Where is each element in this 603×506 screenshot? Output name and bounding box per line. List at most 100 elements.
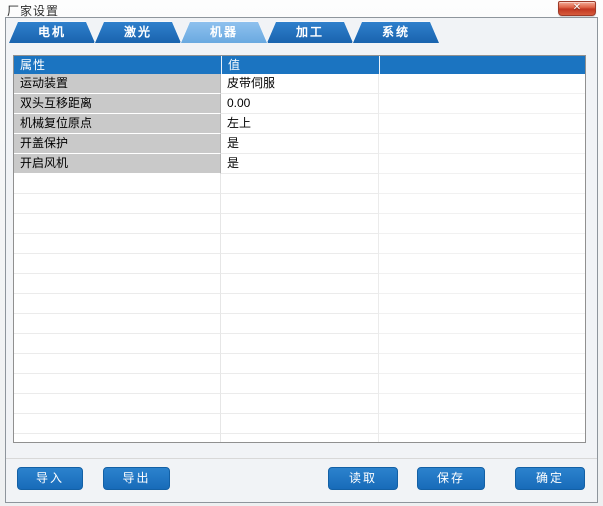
table-row-empty xyxy=(14,194,585,214)
save-button[interactable]: 保存 xyxy=(417,467,485,490)
property-cell xyxy=(14,294,221,314)
column-header-property: 属性 xyxy=(14,56,221,74)
filler-cell xyxy=(379,274,585,294)
filler-cell xyxy=(379,214,585,234)
property-cell xyxy=(14,194,221,214)
value-cell[interactable] xyxy=(221,434,379,443)
table-row-empty xyxy=(14,274,585,294)
table-row-empty xyxy=(14,354,585,374)
import-button[interactable]: 导入 xyxy=(17,467,83,490)
filler-cell xyxy=(379,314,585,334)
table-body: 运动装置 皮带伺服 双头互移距离 0.00 机械复位原点 左上 开盖保护 是 xyxy=(14,74,585,443)
value-cell[interactable] xyxy=(221,414,379,434)
table-row-empty xyxy=(14,434,585,443)
filler-cell xyxy=(379,434,585,443)
property-cell xyxy=(14,174,221,194)
tab-laser[interactable]: 激光 xyxy=(94,21,182,43)
filler-cell xyxy=(379,334,585,354)
table-row-empty xyxy=(14,314,585,334)
value-cell[interactable] xyxy=(221,274,379,294)
property-cell: 双头互移距离 xyxy=(14,94,221,114)
filler-cell xyxy=(379,414,585,434)
ok-button[interactable]: 确定 xyxy=(515,467,585,490)
value-cell[interactable]: 是 xyxy=(221,134,379,154)
property-cell xyxy=(14,354,221,374)
column-header-value: 值 xyxy=(221,56,379,74)
property-cell xyxy=(14,414,221,434)
dialog-client-area: 电机 激光 机器 加工 系统 属性 值 运动装置 xyxy=(5,17,598,503)
table-row-empty xyxy=(14,374,585,394)
footer-divider xyxy=(6,458,597,459)
filler-cell xyxy=(379,294,585,314)
filler-cell xyxy=(379,234,585,254)
property-cell xyxy=(14,254,221,274)
value-cell[interactable]: 皮带伺服 xyxy=(221,74,379,94)
filler-cell xyxy=(379,254,585,274)
tab-processing[interactable]: 加工 xyxy=(266,21,354,43)
value-cell[interactable]: 0.00 xyxy=(221,94,379,114)
table-row-empty xyxy=(14,214,585,234)
filler-cell xyxy=(379,74,585,94)
table-row: 双头互移距离 0.00 xyxy=(14,94,585,114)
read-button[interactable]: 读取 xyxy=(328,467,398,490)
value-cell[interactable] xyxy=(221,354,379,374)
filler-cell xyxy=(379,194,585,214)
value-cell[interactable] xyxy=(221,334,379,354)
property-cell xyxy=(14,394,221,414)
tab-bar: 电机 激光 机器 加工 系统 xyxy=(8,21,438,43)
filler-cell xyxy=(379,374,585,394)
close-button[interactable]: ✕ xyxy=(558,1,596,16)
property-cell xyxy=(14,234,221,254)
tab-system-label: 系统 xyxy=(353,22,439,43)
tab-laser-label: 激光 xyxy=(95,22,181,43)
table-row-empty xyxy=(14,234,585,254)
value-cell[interactable] xyxy=(221,394,379,414)
filler-cell xyxy=(379,114,585,134)
filler-cell xyxy=(379,94,585,114)
property-cell xyxy=(14,274,221,294)
table-row: 开启风机 是 xyxy=(14,154,585,174)
table-row-empty xyxy=(14,394,585,414)
property-cell: 运动装置 xyxy=(14,74,221,94)
value-cell[interactable] xyxy=(221,294,379,314)
filler-cell xyxy=(379,134,585,154)
tab-motor[interactable]: 电机 xyxy=(8,21,96,43)
value-cell[interactable] xyxy=(221,234,379,254)
filler-cell xyxy=(379,154,585,174)
filler-cell xyxy=(379,394,585,414)
value-cell[interactable] xyxy=(221,194,379,214)
property-cell xyxy=(14,334,221,354)
table-row-empty xyxy=(14,334,585,354)
settings-table: 属性 值 运动装置 皮带伺服 双头互移距离 0.00 机械复位原点 左上 xyxy=(13,55,586,443)
tab-system[interactable]: 系统 xyxy=(352,21,440,43)
column-header-extra xyxy=(379,56,585,74)
property-cell: 机械复位原点 xyxy=(14,114,221,134)
value-cell[interactable]: 左上 xyxy=(221,114,379,134)
table-row-empty xyxy=(14,414,585,434)
tab-processing-label: 加工 xyxy=(267,22,353,43)
close-icon: ✕ xyxy=(559,2,595,14)
property-cell xyxy=(14,434,221,443)
value-cell[interactable] xyxy=(221,314,379,334)
value-cell[interactable] xyxy=(221,254,379,274)
tab-motor-label: 电机 xyxy=(9,22,95,43)
export-button[interactable]: 导出 xyxy=(103,467,170,490)
value-cell[interactable] xyxy=(221,374,379,394)
property-cell xyxy=(14,374,221,394)
property-cell: 开盖保护 xyxy=(14,134,221,154)
property-cell xyxy=(14,314,221,334)
value-cell[interactable] xyxy=(221,174,379,194)
tab-machine[interactable]: 机器 xyxy=(180,21,268,43)
property-cell: 开启风机 xyxy=(14,154,221,174)
filler-cell xyxy=(379,174,585,194)
value-cell[interactable]: 是 xyxy=(221,154,379,174)
table-row-empty xyxy=(14,254,585,274)
property-cell xyxy=(14,214,221,234)
dialog-window: 厂家设置 ✕ 电机 激光 机器 加工 系统 属性 值 xyxy=(0,0,603,506)
table-row: 机械复位原点 左上 xyxy=(14,114,585,134)
tab-machine-label: 机器 xyxy=(181,22,267,43)
table-row-empty xyxy=(14,294,585,314)
table-header: 属性 值 xyxy=(14,56,585,74)
value-cell[interactable] xyxy=(221,214,379,234)
table-row: 开盖保护 是 xyxy=(14,134,585,154)
